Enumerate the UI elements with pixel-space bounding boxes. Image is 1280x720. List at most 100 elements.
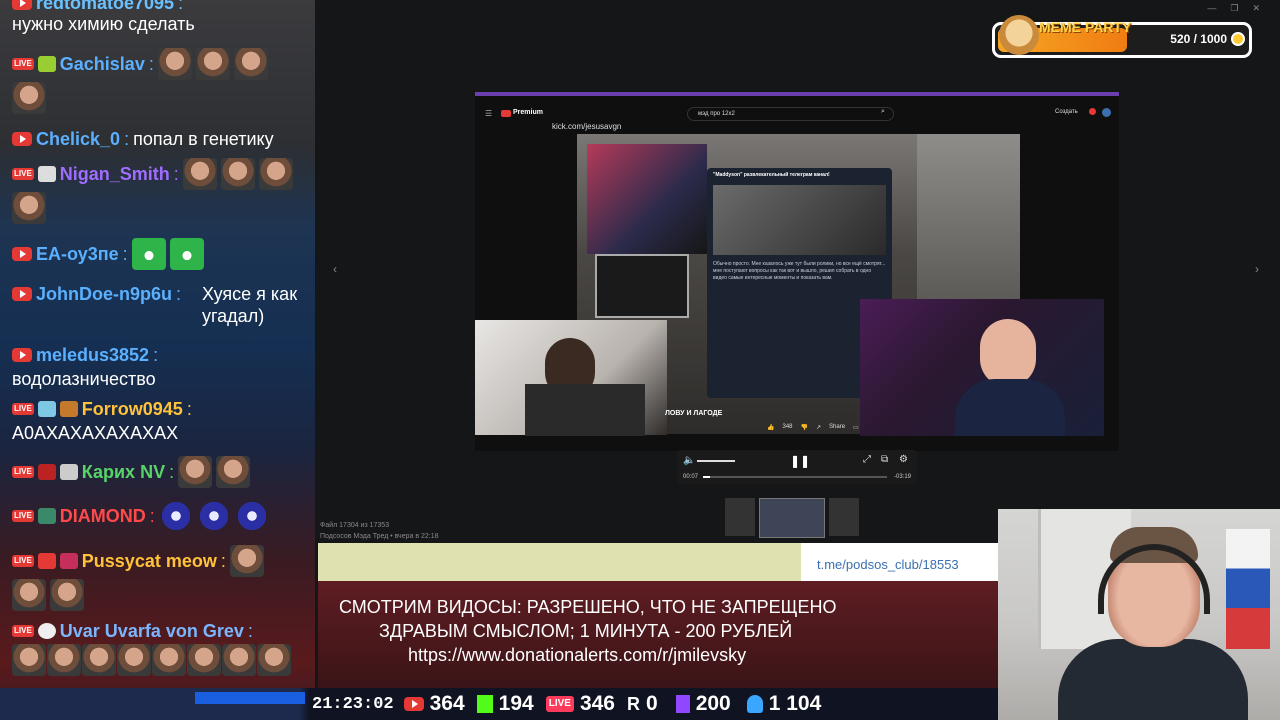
face-emote-icon (12, 579, 46, 611)
dislike-icon[interactable]: 👎 (801, 424, 808, 431)
current-time: 00:07 (683, 474, 699, 480)
face-emote-icon (12, 192, 46, 224)
settings-icon[interactable]: ⚙ (899, 454, 908, 465)
streamer-webcam (998, 509, 1280, 720)
chat-text: Хуясе я как угадал) (202, 284, 298, 326)
info-line: СМОТРИМ ВИДОСЫ: РАЗРЕШЕНО, ЧТО НЕ ЗАПРЕЩ… (339, 597, 837, 617)
face-emote-icon (220, 158, 255, 190)
vk-live-icon: LIVE (12, 466, 34, 478)
kick-icon (476, 695, 493, 713)
player-controls: 🔈 ❚❚ ⤢ ⧉ ⚙ 00:07 -03:19 (677, 450, 917, 484)
vk-live-icon: LIVE (12, 403, 34, 415)
wine-badge-icon (37, 464, 56, 480)
youtube-icon (12, 348, 32, 362)
like-count: 348 (782, 424, 793, 430)
file-counter: Файл 17304 из 17353 (320, 522, 390, 529)
chat-username: Forrow0945 (81, 399, 183, 419)
next-media-button[interactable]: › (1255, 262, 1259, 276)
fullscreen-icon[interactable]: ⤢ (863, 454, 871, 465)
chat-message: LIVE Pussycat meow: (12, 545, 310, 611)
pause-icon[interactable]: ❚❚ (790, 454, 810, 468)
vk-live-icon: LIVE (12, 168, 34, 180)
post-text: Обычно просто. Мне казалось уже тут были… (713, 261, 886, 281)
thumbnail[interactable] (829, 498, 859, 536)
volume-slider[interactable] (697, 460, 735, 462)
meme-party-widget: MEME PARTY 520 / 1000 (992, 15, 1252, 58)
donation-url: https://www.donationalerts.com/r/jmilevs… (408, 645, 747, 665)
chat-message: LIVE Uvar Uvarfa von Grev: (12, 620, 310, 676)
skull-badge-icon (37, 623, 56, 639)
box-badge-icon (59, 401, 78, 417)
chat-overlay: redtomatoe7095: нужно химию сделать LIVE… (0, 0, 315, 720)
seek-bar[interactable] (703, 476, 887, 478)
video-caption: ЛОВУ И ЛАГОДЕ (665, 410, 723, 417)
thumbnail-strip (725, 498, 859, 538)
donation-info-panel: СМОТРИМ ВИДОСЫ: РАЗРЕШЕНО, ЧТО НЕ ЗАПРЕЩ… (318, 581, 998, 689)
youtube-icon (12, 247, 32, 261)
face-emote-icon (182, 158, 217, 190)
search-icon[interactable]: ⌕ (881, 108, 885, 116)
creature-emote-icon (158, 500, 193, 532)
prev-media-button[interactable]: ‹ (333, 262, 337, 276)
close-icon[interactable]: ✕ (1252, 3, 1260, 14)
vk-live-icon: LIVE (12, 510, 34, 522)
avatar-badge-icon (59, 464, 78, 480)
chat-message: Chelick_0: попал в генетику (12, 128, 310, 150)
heart-badge-icon (59, 553, 78, 569)
chat-text: водолазничество (12, 369, 156, 389)
rutube-icon: R (627, 693, 640, 714)
face-emote-icon (233, 48, 268, 80)
window-controls: — ❐ ✕ (1207, 3, 1260, 14)
face-emote-icon (229, 545, 264, 577)
chat-text: нужно химию сделать (12, 14, 195, 34)
stream-stats-bar: 21:23:02 364 194 LIVE 346 R 0 200 1 104 (0, 688, 998, 720)
menu-icon[interactable]: ☰ (485, 109, 492, 118)
chat-message: EA-оу3пе: (12, 238, 310, 270)
minimize-icon[interactable]: — (1207, 3, 1216, 14)
chat-text: А0АХАХАХАХАХАХ (12, 423, 179, 443)
remaining-time: -03:19 (893, 474, 911, 480)
youtube-icon (12, 0, 32, 10)
vk-viewers: 346 (579, 692, 615, 715)
save-icon[interactable]: ▭ (853, 424, 859, 431)
youtube-logo-icon (501, 110, 511, 117)
share-label[interactable]: Share (829, 424, 845, 431)
vk-live-icon: LIVE (12, 555, 34, 567)
dice-badge-icon (37, 553, 56, 569)
pip-icon[interactable]: ⧉ (881, 454, 888, 465)
coin-icon (1231, 32, 1245, 46)
chat-username: EA-оу3пе (36, 244, 119, 264)
rutube-viewers: 0 (646, 692, 658, 715)
chat-username: redtomatoe7095 (36, 0, 175, 13)
video-actions: 👍 348 👎 ↗ Share ▭ (767, 424, 859, 431)
frog-emote-icon (169, 238, 204, 270)
thumbnail[interactable] (725, 498, 755, 536)
doge-icon (999, 15, 1039, 55)
chat-username: Gachislav (59, 54, 145, 74)
avatar[interactable] (1102, 108, 1111, 117)
creature-emote-icon (234, 500, 269, 532)
flag (1226, 529, 1270, 649)
kick-url: kick.com/jesusavgn (552, 122, 622, 131)
chat-username: Pussycat meow (81, 551, 217, 571)
gift-badge-icon (37, 508, 56, 524)
cup-badge-icon (37, 166, 56, 182)
chat-message: redtomatoe7095: нужно химию сделать (12, 0, 310, 35)
notifications-icon[interactable] (1089, 108, 1096, 115)
youtube-icon (12, 132, 32, 146)
like-icon[interactable]: 👍 (767, 424, 774, 431)
guest-camera (475, 320, 667, 436)
chat-message: meledus3852: водолазничество (12, 344, 310, 390)
share-icon[interactable]: ↗ (816, 424, 821, 431)
face-emote-icon (257, 644, 291, 676)
thumbnail-current[interactable] (759, 498, 825, 538)
youtube-search-input[interactable]: мэд про 12х2 (687, 107, 894, 121)
restore-icon[interactable]: ❐ (1230, 3, 1238, 14)
create-button[interactable]: Создать (1055, 109, 1078, 115)
creature-emote-icon (196, 500, 231, 532)
youtube-icon (403, 697, 424, 711)
face-emote-icon (258, 158, 293, 190)
volume-icon[interactable]: 🔈 (683, 455, 695, 466)
telegram-link[interactable]: t.me/podsos_club/18553 (801, 543, 998, 581)
file-meta: Файл 17304 из 17353 Подсосов Мэда Тред •… (320, 520, 439, 542)
